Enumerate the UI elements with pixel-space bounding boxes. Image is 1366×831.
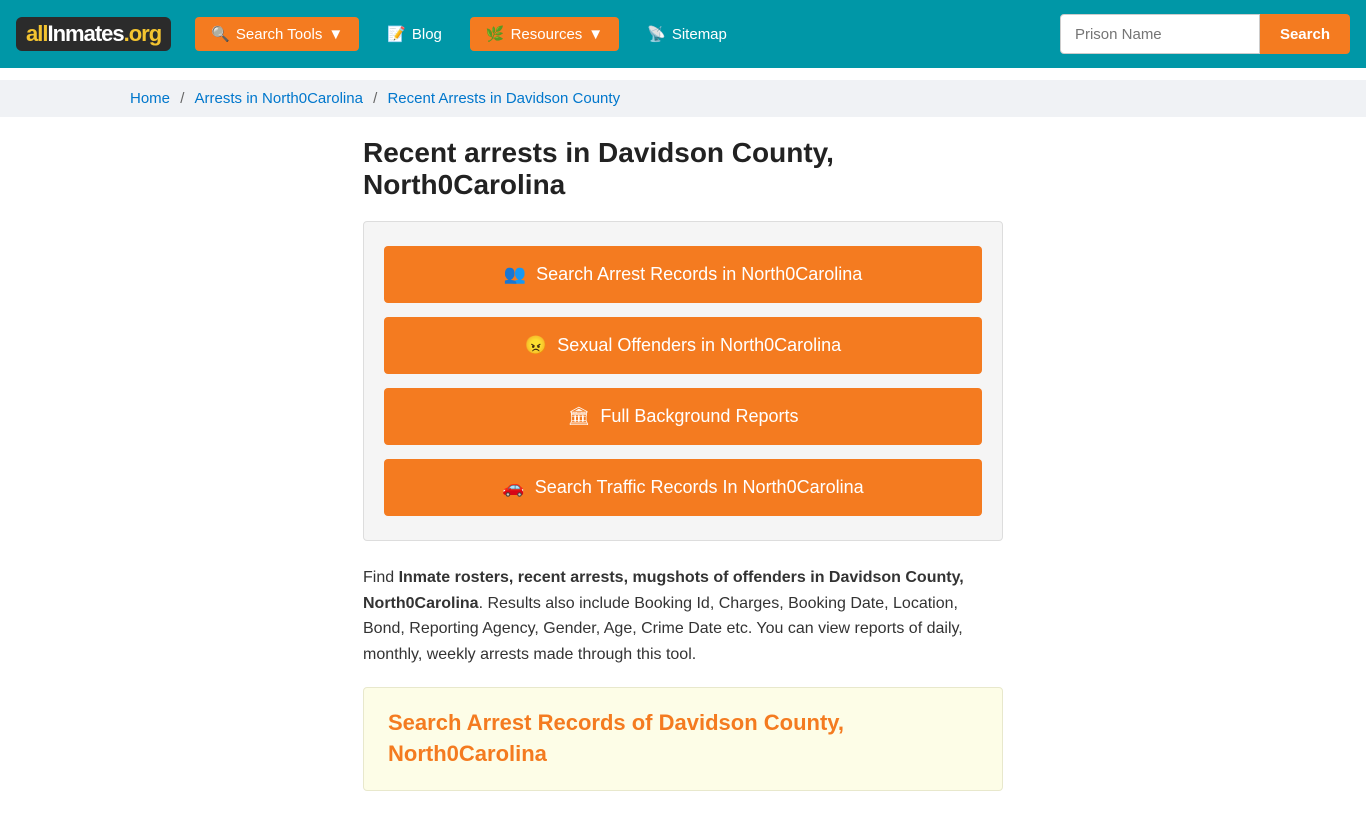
background-label: Full Background Reports: [600, 406, 798, 427]
arrest-label: Search Arrest Records in North0Carolina: [536, 264, 862, 285]
logo-all: all: [26, 21, 47, 46]
traffic-icon: 🚗: [502, 477, 524, 498]
sitemap-icon: 📡: [647, 25, 666, 43]
logo-text: allInmates.org: [16, 17, 171, 51]
breadcrumb: Home / Arrests in North0Carolina / Recen…: [130, 90, 1236, 107]
description-prefix: Find: [363, 569, 399, 586]
blog-button[interactable]: 📝 Blog: [371, 17, 458, 51]
arrest-icon: 👥: [504, 264, 526, 285]
resources-dropdown-icon: ▼: [588, 26, 603, 43]
bottom-title-line1: Search Arrest Records of Davidson County…: [388, 710, 844, 735]
sitemap-label: Sitemap: [672, 26, 727, 43]
breadcrumb-area: Home / Arrests in North0Carolina / Recen…: [0, 80, 1366, 117]
background-icon: 🏛: [568, 406, 591, 427]
navbar-search-button[interactable]: Search: [1260, 14, 1350, 54]
bottom-section: Search Arrest Records of Davidson County…: [363, 687, 1003, 791]
breadcrumb-home[interactable]: Home: [130, 90, 170, 107]
breadcrumb-state[interactable]: Arrests in North0Carolina: [195, 90, 363, 107]
main-content: Recent arrests in Davidson County, North…: [233, 117, 1133, 831]
description-text: Find Inmate rosters, recent arrests, mug…: [363, 565, 1003, 667]
search-tools-label: Search Tools: [236, 26, 322, 43]
search-tools-dropdown-icon: ▼: [328, 26, 343, 43]
navbar-search-container: Search: [1060, 14, 1350, 54]
navbar: allInmates.org 🔍 Search Tools ▼ 📝 Blog 🌿…: [0, 0, 1366, 68]
offenders-icon: 😠: [525, 335, 547, 356]
breadcrumb-sep-2: /: [373, 90, 381, 107]
bottom-section-title: Search Arrest Records of Davidson County…: [388, 708, 978, 770]
logo-org: .org: [124, 21, 162, 46]
logo-inmates: Inmates: [47, 21, 123, 46]
search-tools-icon: 🔍: [211, 25, 230, 43]
breadcrumb-sep-1: /: [180, 90, 188, 107]
logo[interactable]: allInmates.org: [16, 17, 171, 51]
offenders-label: Sexual Offenders in North0Carolina: [557, 335, 841, 356]
sitemap-button[interactable]: 📡 Sitemap: [631, 17, 743, 51]
blog-icon: 📝: [387, 25, 406, 43]
traffic-records-button[interactable]: 🚗 Search Traffic Records In North0Caroli…: [384, 459, 982, 516]
resources-icon: 🌿: [486, 25, 505, 43]
blog-label: Blog: [412, 26, 442, 43]
resources-button[interactable]: 🌿 Resources ▼: [470, 17, 619, 51]
prison-name-input[interactable]: [1060, 14, 1260, 54]
breadcrumb-current[interactable]: Recent Arrests in Davidson County: [387, 90, 620, 107]
search-arrest-records-button[interactable]: 👥 Search Arrest Records in North0Carolin…: [384, 246, 982, 303]
traffic-label: Search Traffic Records In North0Carolina: [535, 477, 864, 498]
bottom-title-line2: North0Carolina: [388, 741, 547, 766]
background-reports-button[interactable]: 🏛 Full Background Reports: [384, 388, 982, 445]
sexual-offenders-button[interactable]: 😠 Sexual Offenders in North0Carolina: [384, 317, 982, 374]
navbar-search-label: Search: [1280, 26, 1330, 43]
resources-label: Resources: [511, 26, 583, 43]
search-tools-button[interactable]: 🔍 Search Tools ▼: [195, 17, 359, 51]
page-title: Recent arrests in Davidson County, North…: [363, 137, 1003, 201]
action-card: 👥 Search Arrest Records in North0Carolin…: [363, 221, 1003, 541]
